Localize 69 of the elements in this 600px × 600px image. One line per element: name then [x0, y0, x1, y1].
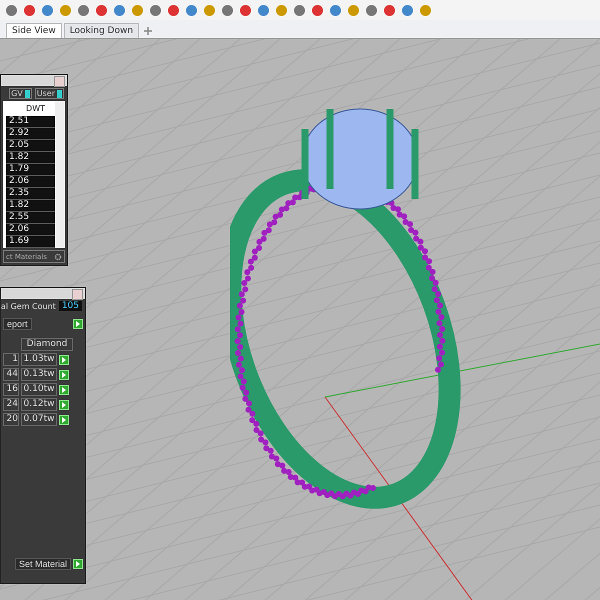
toolbar-icon[interactable] [130, 2, 145, 18]
toggle-button[interactable]: User [34, 88, 64, 99]
table-cell: 0.10tw [21, 383, 57, 396]
table-cell: 0.13tw [21, 368, 57, 381]
set-material-button[interactable]: Set Material [14, 558, 71, 570]
table-cell: 1.03tw [21, 353, 57, 366]
play-button[interactable] [59, 414, 69, 424]
table-cell: 0.12tw [21, 398, 57, 411]
toolbar-icon[interactable] [4, 2, 19, 18]
report-button[interactable]: eport [3, 318, 32, 330]
play-icon [61, 372, 67, 378]
table-cell: 1.69 [6, 236, 55, 248]
toolbar-icon[interactable] [256, 2, 271, 18]
table-cell: 2.05 [6, 140, 55, 152]
table-cell: 44 [3, 368, 19, 381]
table-cell: 2.35 [6, 188, 55, 200]
table-cell: 2.06 [6, 176, 55, 188]
table-cell: 16 [3, 383, 19, 396]
table-cell: 1 [3, 353, 19, 366]
play-icon [75, 561, 81, 567]
play-icon [61, 356, 67, 362]
table-cell: 2.06 [6, 224, 55, 236]
toolbar-icon[interactable] [346, 2, 361, 18]
toggle-button[interactable]: GV [9, 88, 32, 99]
toolbar-icon[interactable] [418, 2, 433, 18]
toolbar-icon[interactable] [310, 2, 325, 18]
table-cell: 2.51 [6, 116, 55, 128]
table-cell: 20 [3, 413, 19, 426]
table-cell: 2.55 [6, 212, 55, 224]
gem-count-label: al Gem Count [0, 302, 56, 310]
toolbar-icon[interactable] [112, 2, 127, 18]
table-cell: 1.79 [6, 164, 55, 176]
toolbar-icon[interactable] [40, 2, 55, 18]
play-icon [61, 386, 67, 392]
gem-count-value: 105 [58, 301, 82, 311]
play-button[interactable] [59, 400, 69, 410]
toolbar-icon[interactable] [274, 2, 289, 18]
toolbar-icon[interactable] [22, 2, 37, 18]
toolbar-icon[interactable] [238, 2, 253, 18]
scrollbar[interactable] [55, 101, 65, 248]
toolbar-icon[interactable] [94, 2, 109, 18]
toolbar-icon[interactable] [328, 2, 343, 18]
view-tab[interactable]: Side View [6, 23, 62, 38]
play-button[interactable] [59, 354, 69, 364]
toolbar-icon[interactable] [400, 2, 415, 18]
toolbar-icon[interactable] [292, 2, 307, 18]
view-tab[interactable]: Looking Down [64, 23, 140, 38]
play-icon [61, 416, 67, 422]
toolbar-icon[interactable] [220, 2, 235, 18]
play-button[interactable] [59, 384, 69, 394]
column-header: Diamond [21, 338, 73, 351]
toolbar-icon[interactable] [382, 2, 397, 18]
table-cell: 2.92 [6, 128, 55, 140]
toolbar-icon[interactable] [202, 2, 217, 18]
toolbar-icon[interactable] [148, 2, 163, 18]
toolbar-icon[interactable] [76, 2, 91, 18]
table-cell: 1.82 [6, 200, 55, 212]
toolbar-icon[interactable] [166, 2, 181, 18]
toolbar-icon[interactable] [184, 2, 199, 18]
table-cell: 1.82 [6, 152, 55, 164]
play-button[interactable] [59, 370, 69, 380]
toolbar-icon[interactable] [364, 2, 379, 18]
column-header: DWT [26, 103, 46, 115]
play-icon [61, 402, 67, 408]
table-cell: 0.07tw [21, 413, 57, 426]
toolbar-icon[interactable] [58, 2, 73, 18]
gear-icon[interactable] [54, 252, 62, 260]
table-cell: 24 [3, 398, 19, 411]
play-icon [75, 321, 81, 327]
